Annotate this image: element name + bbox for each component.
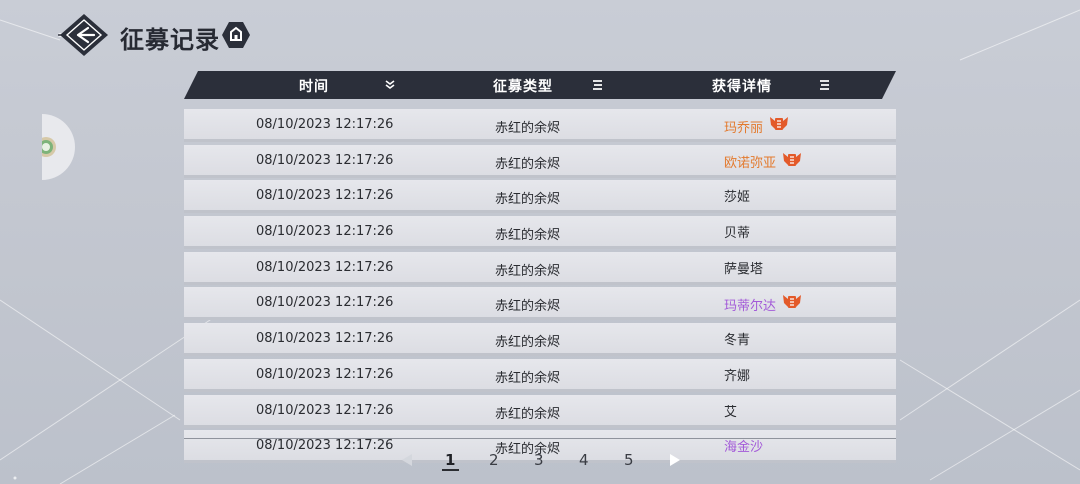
row-result: 冬青 [724, 329, 750, 348]
row-time: 08/10/2023 12:17:26 [256, 152, 394, 168]
column-result[interactable]: 获得详情 [712, 76, 772, 96]
table-row: 08/10/2023 12:17:26 赤红的余烬 齐娜 [184, 358, 896, 392]
row-result: 齐娜 [724, 365, 750, 384]
page-1[interactable]: 1 [445, 451, 455, 469]
row-time: 08/10/2023 12:17:26 [256, 117, 394, 132]
row-time: 08/10/2023 12:17:26 [256, 224, 394, 240]
home-button[interactable] [221, 21, 251, 49]
back-arrow-icon [58, 14, 108, 56]
table-row: 08/10/2023 12:17:26 赤红的余烬 冬青 [184, 323, 896, 357]
prev-arrow-icon[interactable] [400, 452, 414, 468]
row-type: 赤红的余烬 [495, 299, 561, 315]
row-type: 赤红的余烬 [495, 121, 561, 136]
table-header: 时间 征募类型 获得详情 [184, 71, 896, 99]
home-icon [222, 22, 250, 48]
page-4[interactable]: 4 [579, 451, 589, 469]
record-list: 08/10/2023 12:17:26 赤红的余烬 玛乔丽 08/10/2023 12… [184, 109, 896, 466]
result-name: 萨曼塔 [724, 261, 764, 277]
table-row: 08/10/2023 12:17:26 赤红的余烬 萨曼塔 [184, 251, 896, 285]
result-name: 齐娜 [724, 368, 751, 384]
table-row: 08/10/2023 12:17:26 赤红的余烬 艾 [184, 394, 896, 428]
row-type: 赤红的余烬 [495, 263, 561, 279]
row-result: 萨曼塔 [724, 258, 763, 277]
table-divider [184, 438, 896, 439]
rarity-badge-icon [769, 115, 789, 137]
page-5[interactable]: 5 [624, 451, 634, 469]
result-name: 冬青 [724, 333, 751, 349]
row-result: 欧诺弥亚 [724, 151, 802, 173]
row-result: 贝蒂 [724, 222, 750, 241]
page-active-indicator [442, 469, 459, 471]
rarity-badge-icon [782, 151, 802, 173]
result-name: 艾 [724, 404, 738, 420]
row-result: 玛蒂尔达 [724, 293, 802, 315]
result-name: 莎姬 [724, 190, 751, 206]
row-type: 赤红的余烬 [495, 192, 561, 208]
row-time: 08/10/2023 12:17:26 [256, 259, 394, 275]
row-result: 莎姬 [724, 186, 750, 205]
row-type: 赤红的余烬 [495, 156, 561, 172]
page-2[interactable]: 2 [489, 451, 499, 469]
row-type: 赤红的余烬 [495, 335, 561, 351]
row-time: 08/10/2023 12:17:26 [256, 331, 394, 347]
result-name: 欧诺弥亚 [724, 156, 777, 172]
row-type: 赤红的余烬 [495, 228, 561, 244]
row-time: 08/10/2023 12:17:26 [256, 402, 394, 418]
pagination: 1 2 3 4 5 [0, 449, 1080, 473]
row-result: 艾 [724, 401, 737, 420]
column-time[interactable]: 时间 [299, 76, 329, 96]
table-row: 08/10/2023 12:17:26 赤红的余烬 玛乔丽 [184, 109, 896, 142]
side-menu-icon [36, 114, 75, 180]
row-time: 08/10/2023 12:17:26 [256, 366, 394, 382]
page-3[interactable]: 3 [534, 451, 544, 469]
result-name: 玛乔丽 [724, 120, 764, 136]
back-button[interactable] [58, 12, 110, 58]
result-name: 玛蒂尔达 [724, 298, 777, 314]
row-type: 赤红的余烬 [495, 406, 561, 422]
table-row: 08/10/2023 12:17:26 赤红的余烬 玛蒂尔达 [184, 287, 896, 321]
row-time: 08/10/2023 12:17:26 [256, 188, 394, 204]
next-arrow-icon[interactable] [668, 452, 682, 468]
row-result: 玛乔丽 [724, 115, 789, 137]
result-name: 贝蒂 [724, 226, 751, 242]
row-time: 08/10/2023 12:17:26 [256, 295, 394, 311]
table-row: 08/10/2023 12:17:26 赤红的余烬 欧诺弥亚 [184, 144, 896, 178]
side-menu-toggle[interactable] [36, 114, 76, 180]
table-row: 08/10/2023 12:17:26 赤红的余烬 贝蒂 [184, 216, 896, 250]
page-title: 征募记录 [120, 26, 220, 54]
table-row: 08/10/2023 12:17:26 赤红的余烬 莎姬 [184, 180, 896, 214]
column-type[interactable]: 征募类型 [493, 76, 553, 96]
row-type: 赤红的余烬 [495, 370, 561, 386]
rarity-badge-icon [782, 293, 802, 315]
